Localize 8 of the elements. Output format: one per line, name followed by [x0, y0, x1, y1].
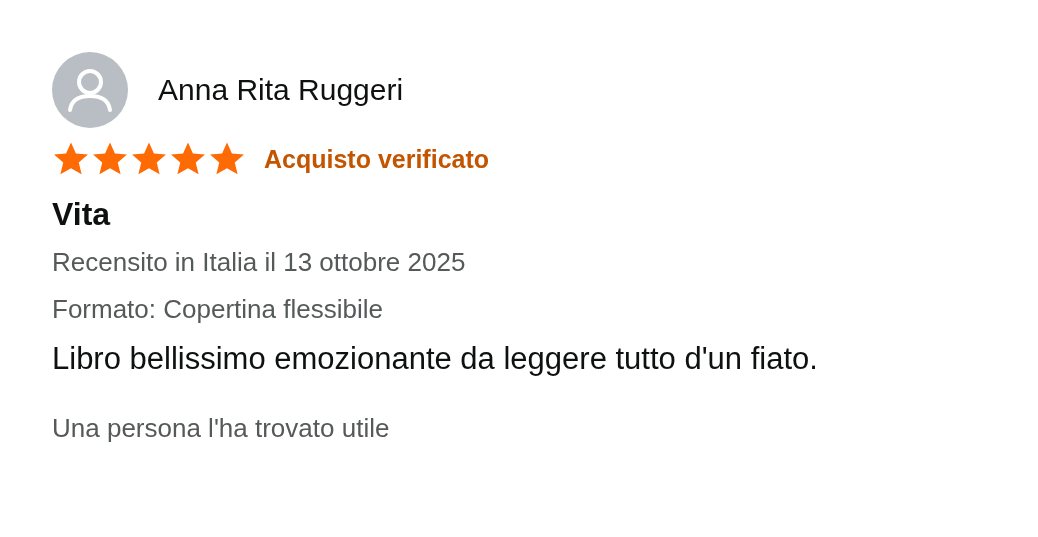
review-meta: Recensito in Italia il 13 ottobre 2025 [52, 247, 467, 278]
review-meta: Formato: Copertina flessibile [52, 294, 384, 325]
review-text: Libro bellissimo emozionante da leggere tutto d'un fiato. [52, 340, 819, 378]
verified-purchase-label: Acquisto verificato [264, 144, 490, 174]
review-title: Vita [52, 196, 112, 233]
author-name: Anna Rita Ruggeri [158, 73, 404, 107]
avatar-icon [52, 52, 128, 128]
helpful-count: Una persona l'ha trovato utile [52, 413, 391, 444]
